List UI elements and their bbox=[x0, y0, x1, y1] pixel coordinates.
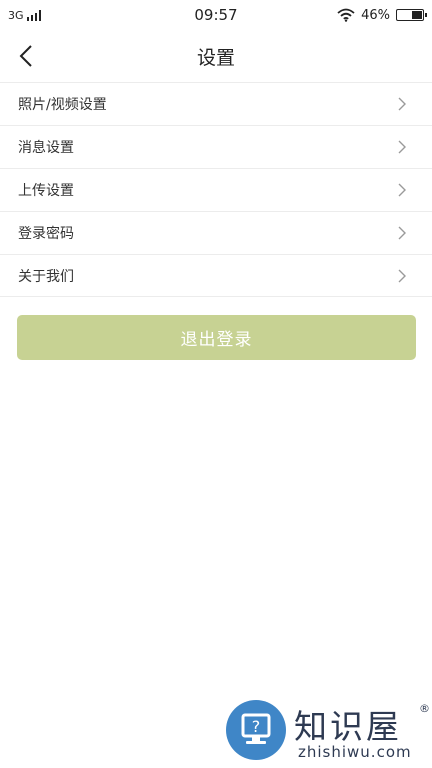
watermark-title: 知识屋 bbox=[294, 707, 402, 746]
watermark: ? 知识屋 ® zhishiwu.com bbox=[222, 698, 432, 768]
app-header: 设置 bbox=[0, 30, 432, 82]
monitor-question-icon: ? bbox=[241, 713, 271, 744]
settings-item-photo-video[interactable]: 照片/视频设置 bbox=[0, 82, 432, 125]
settings-item-upload[interactable]: 上传设置 bbox=[0, 168, 432, 211]
wifi-icon bbox=[337, 8, 355, 22]
network-type: 3G bbox=[8, 8, 24, 22]
chevron-right-icon bbox=[398, 269, 406, 282]
settings-item-about-us[interactable]: 关于我们 bbox=[0, 254, 432, 297]
battery-fill bbox=[412, 11, 422, 19]
logout-button[interactable]: 退出登录 bbox=[17, 315, 416, 360]
settings-item-label: 关于我们 bbox=[18, 268, 74, 285]
settings-item-label: 登录密码 bbox=[18, 226, 74, 242]
settings-item-messages[interactable]: 消息设置 bbox=[0, 125, 432, 168]
settings-item-login-password[interactable]: 登录密码 bbox=[0, 211, 432, 254]
signal-icon bbox=[26, 9, 41, 21]
back-arrow-icon[interactable] bbox=[12, 40, 44, 72]
chevron-right-icon bbox=[398, 140, 406, 154]
chevron-right-icon bbox=[398, 183, 406, 197]
battery-icon bbox=[396, 9, 427, 21]
settings-item-label: 消息设置 bbox=[18, 140, 74, 156]
watermark-logo: ? bbox=[226, 700, 286, 760]
watermark-registered-mark: ® bbox=[419, 702, 430, 715]
settings-list: 照片/视频设置 消息设置 上传设置 登录密码 关于我们 bbox=[0, 82, 432, 297]
network-indicator: 3G bbox=[8, 9, 41, 22]
chevron-right-icon bbox=[398, 97, 406, 111]
chevron-right-icon bbox=[398, 226, 406, 240]
status-bar: 3G 09:57 46% bbox=[0, 0, 432, 30]
watermark-domain: zhishiwu.com bbox=[298, 743, 412, 761]
settings-item-label: 上传设置 bbox=[18, 183, 74, 199]
battery-percent: 46% bbox=[361, 7, 390, 23]
settings-item-label: 照片/视频设置 bbox=[18, 97, 107, 113]
svg-text:?: ? bbox=[252, 717, 261, 736]
page-title: 设置 bbox=[196, 46, 235, 69]
